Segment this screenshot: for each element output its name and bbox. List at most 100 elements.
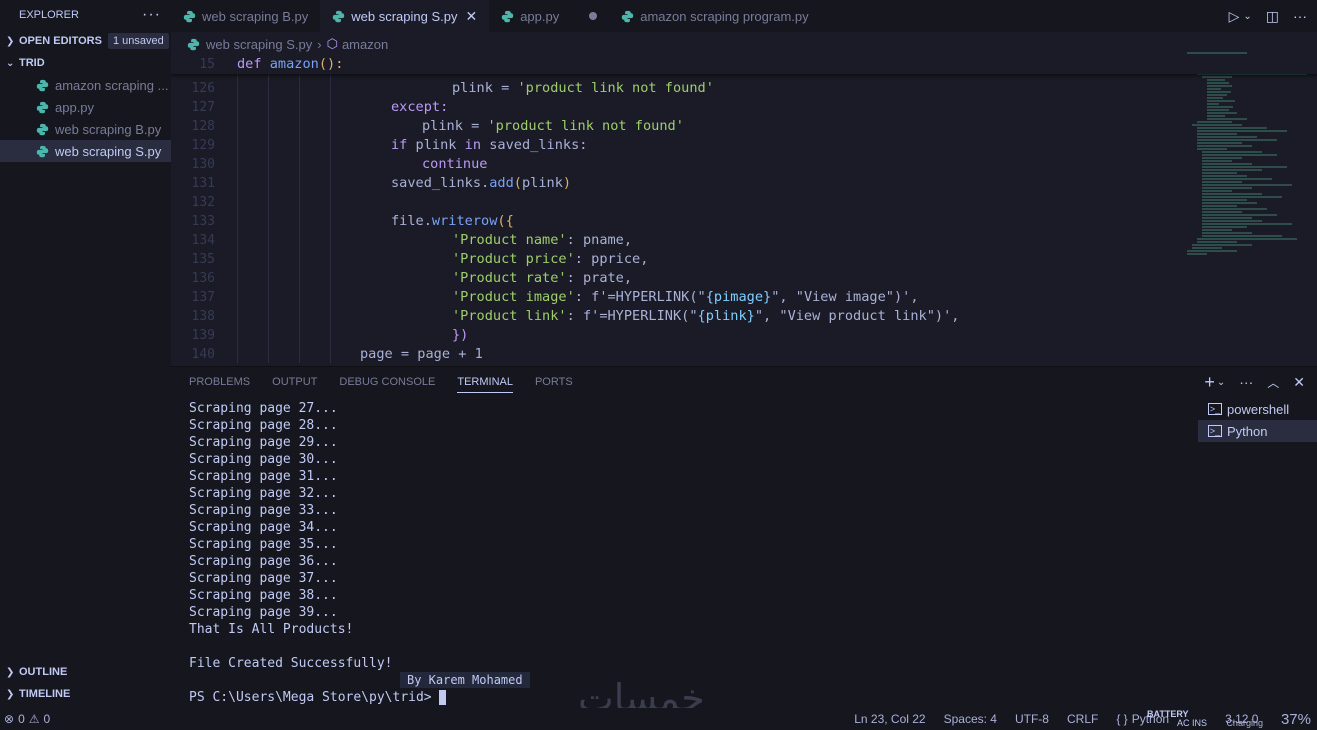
tab-ports[interactable]: PORTS (535, 376, 573, 388)
line-number: 136 (191, 271, 215, 286)
chevron-down-icon[interactable]: ⌄ (1243, 11, 1251, 22)
code-line: page = page + 1 (360, 346, 483, 362)
file-item-web-scraping-b[interactable]: web scraping B.py (0, 118, 171, 140)
run-icon[interactable]: ▷ (1229, 8, 1240, 25)
code-line: plink = 'product link not found' (422, 118, 684, 134)
file-item-web-scraping-s[interactable]: web scraping S.py (0, 140, 171, 162)
terminal-line: Scraping page 34... (189, 520, 338, 535)
open-editors-section[interactable]: ❯ OPEN EDITORS 1 unsaved (0, 30, 171, 52)
code-line: if plink in saved_links: (391, 137, 588, 153)
sticky-scroll-header[interactable]: 15 def amazon(): (171, 55, 1317, 74)
code-line: 'Product link': f'=HYPERLINK("{plink}", … (452, 308, 960, 324)
close-panel-icon[interactable]: ✕ (1293, 374, 1305, 391)
warning-icon: ⚠ (28, 712, 40, 726)
line-number: 15 (199, 57, 215, 72)
author-tooltip: By Karem Mohamed (400, 672, 530, 688)
unsaved-dot-icon[interactable] (589, 12, 598, 20)
bottom-panel: PROBLEMS OUTPUT DEBUG CONSOLE TERMINAL P… (171, 366, 1317, 708)
chevron-down-icon[interactable]: ⌄ (1217, 377, 1225, 388)
chevron-right-icon: ❯ (6, 666, 15, 678)
line-number: 126 (191, 81, 215, 96)
tab-debug-console[interactable]: DEBUG CONSOLE (339, 376, 435, 388)
tab-label: app.py (520, 8, 560, 24)
file-item-amazon-scraping[interactable]: amazon scraping ... (0, 74, 171, 96)
explorer-sidebar: EXPLORER ··· ❯ OPEN EDITORS 1 unsaved ⌄ … (0, 0, 171, 708)
editor-tabs: web scraping B.py web scraping S.py ✕ ap… (171, 0, 1317, 32)
outline-section[interactable]: ❯ OUTLINE (0, 661, 171, 683)
file-name: web scraping S.py (55, 143, 162, 159)
code-line: file.writerow({ (391, 213, 514, 229)
tab-label: web scraping B.py (202, 8, 309, 24)
line-number: 135 (191, 252, 215, 267)
breadcrumb-file[interactable]: web scraping S.py (206, 37, 312, 52)
outline-label: OUTLINE (19, 666, 68, 678)
line-number: 140 (191, 347, 215, 362)
indent-guide (237, 74, 238, 363)
tab-output[interactable]: OUTPUT (272, 376, 317, 388)
status-bar: ⊗ 0 ⚠ 0 Ln 23, Col 22 Spaces: 4 UTF-8 CR… (0, 708, 1317, 730)
code-line: 'Product price': pprice, (452, 251, 649, 267)
terminal-item-python[interactable]: >_ Python (1198, 420, 1317, 442)
line-number: 132 (191, 195, 215, 210)
code-line: continue (422, 156, 488, 172)
file-name: amazon scraping ... (55, 77, 169, 93)
minimap[interactable] (1187, 52, 1307, 342)
terminal-line: Scraping page 27... (189, 401, 338, 416)
breadcrumb-symbol[interactable]: amazon (342, 37, 388, 52)
battery-indicator: BATTERY AC INS (1147, 710, 1207, 728)
terminal-item-powershell[interactable]: >_ powershell (1198, 398, 1317, 420)
indentation[interactable]: Spaces: 4 (944, 712, 997, 726)
folder-trid[interactable]: ⌄ TRID (0, 52, 171, 74)
explorer-title: EXPLORER (19, 9, 79, 21)
code-line: 'Product image': f'=HYPERLINK("{pimage}"… (452, 289, 919, 305)
terminal-name: Python (1227, 423, 1268, 439)
encoding[interactable]: UTF-8 (1015, 712, 1049, 726)
terminal-output[interactable]: Scraping page 27... Scraping page 28... … (189, 400, 1179, 706)
tab-problems[interactable]: PROBLEMS (189, 376, 250, 388)
code-line: }) (452, 327, 469, 343)
terminal-line: Scraping page 32... (189, 486, 338, 501)
line-number: 131 (191, 176, 215, 191)
terminal-name: powershell (1227, 401, 1290, 417)
code-line: saved_links.add(plink) (391, 175, 572, 191)
code-line: 'Product rate': prate, (452, 270, 633, 286)
tab-label: web scraping S.py (351, 8, 458, 24)
python-file-icon (183, 10, 196, 22)
line-number: 129 (191, 138, 215, 153)
tab-web-scraping-b[interactable]: web scraping B.py (171, 0, 320, 32)
more-actions-icon[interactable]: ··· (142, 6, 161, 24)
terminal-line: Scraping page 37... (189, 571, 338, 586)
file-name: web scraping B.py (55, 121, 162, 137)
charging-status: Charging (1226, 718, 1263, 728)
tab-app[interactable]: app.py (489, 0, 609, 32)
tab-web-scraping-s[interactable]: web scraping S.py ✕ (320, 0, 490, 32)
indent-guide (299, 74, 300, 363)
line-number: 127 (191, 100, 215, 115)
file-item-app[interactable]: app.py (0, 96, 171, 118)
close-icon[interactable]: ✕ (465, 8, 477, 25)
split-editor-icon[interactable]: ◫ (1266, 8, 1279, 25)
code-editor[interactable]: 15 def amazon(): 126 127 128 129 130 131… (171, 55, 1317, 363)
explorer-header: EXPLORER ··· (0, 0, 171, 30)
language-braces-icon[interactable]: { } (1116, 712, 1127, 726)
more-actions-icon[interactable]: ··· (1239, 374, 1253, 390)
chevron-right-icon: ❯ (6, 688, 15, 700)
new-terminal-icon[interactable]: + (1204, 372, 1215, 393)
problems-status[interactable]: ⊗ 0 ⚠ 0 (0, 712, 50, 726)
timeline-section[interactable]: ❯ TIMELINE (0, 683, 171, 705)
terminal-list: >_ powershell >_ Python (1198, 398, 1317, 442)
line-number: 137 (191, 290, 215, 305)
tab-terminal[interactable]: TERMINAL (457, 376, 513, 393)
unsaved-badge: 1 unsaved (107, 33, 169, 49)
more-actions-icon[interactable]: ··· (1293, 8, 1307, 24)
line-ending[interactable]: CRLF (1067, 712, 1098, 726)
tab-amazon-scraping-program[interactable]: amazon scraping program.py (609, 0, 820, 32)
breadcrumb: web scraping S.py › ⬡ amazon (187, 33, 388, 55)
timeline-label: TIMELINE (19, 688, 71, 700)
python-file-icon (36, 145, 49, 157)
panel-tabs: PROBLEMS OUTPUT DEBUG CONSOLE TERMINAL P… (189, 367, 573, 397)
maximize-panel-icon[interactable]: ︿ (1267, 374, 1279, 391)
cursor-position[interactable]: Ln 23, Col 22 (854, 712, 925, 726)
terminal-line: That Is All Products! (189, 622, 354, 637)
